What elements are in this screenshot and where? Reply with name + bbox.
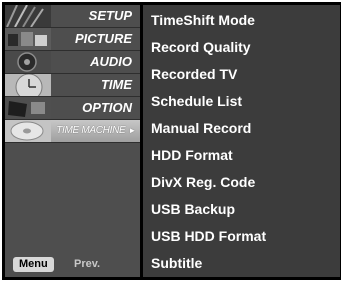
osd-menu: SETUP PICTURE AUDIO TIME OPTION TIME MAC… [2, 2, 341, 280]
menu-item-label: TIME MACHINE ► [56, 120, 136, 142]
menu-item-label: TIME [100, 77, 132, 92]
menu-item-option[interactable]: OPTION [5, 97, 140, 120]
menu-item-time-machine[interactable]: TIME MACHINE ► [5, 120, 140, 143]
clock-thumbnail-icon [5, 74, 51, 96]
submenu-item-hdd-format[interactable]: HDD Format [151, 146, 233, 164]
main-menu-panel: SETUP PICTURE AUDIO TIME OPTION TIME MAC… [5, 5, 140, 277]
submenu-panel: TimeShift Mode Record Quality Recorded T… [143, 5, 340, 277]
menu-item-label: PICTURE [74, 31, 132, 46]
submenu-item-subtitle[interactable]: Subtitle [151, 254, 202, 272]
menu-item-label: OPTION [82, 100, 132, 115]
audio-thumbnail-icon [5, 51, 51, 73]
submenu-item-divx-reg-code[interactable]: DivX Reg. Code [151, 173, 255, 191]
submenu-item-manual-record[interactable]: Manual Record [151, 119, 251, 137]
selected-item-text: TIME MACHINE [56, 125, 126, 136]
menu-key-button[interactable]: Menu [13, 257, 54, 272]
submenu-item-schedule-list[interactable]: Schedule List [151, 92, 242, 110]
prev-hint-label: Prev. [74, 258, 101, 270]
option-thumbnail-icon [5, 97, 51, 119]
menu-item-label: AUDIO [90, 54, 132, 69]
setup-thumbnail-icon [5, 5, 51, 27]
menu-item-picture[interactable]: PICTURE [5, 28, 140, 51]
menu-item-label: SETUP [88, 8, 132, 23]
menu-item-audio[interactable]: AUDIO [5, 51, 140, 74]
picture-thumbnail-icon [5, 28, 51, 50]
submenu-item-timeshift-mode[interactable]: TimeShift Mode [151, 11, 255, 29]
submenu-item-usb-hdd-format[interactable]: USB HDD Format [151, 227, 266, 245]
disc-thumbnail-icon [5, 120, 51, 142]
menu-item-time[interactable]: TIME [5, 74, 140, 97]
menu-item-setup[interactable]: SETUP [5, 5, 140, 28]
submenu-arrow-icon: ► [128, 126, 136, 135]
submenu-item-record-quality[interactable]: Record Quality [151, 38, 251, 56]
submenu-item-usb-backup[interactable]: USB Backup [151, 200, 235, 218]
submenu-item-recorded-tv[interactable]: Recorded TV [151, 65, 237, 83]
